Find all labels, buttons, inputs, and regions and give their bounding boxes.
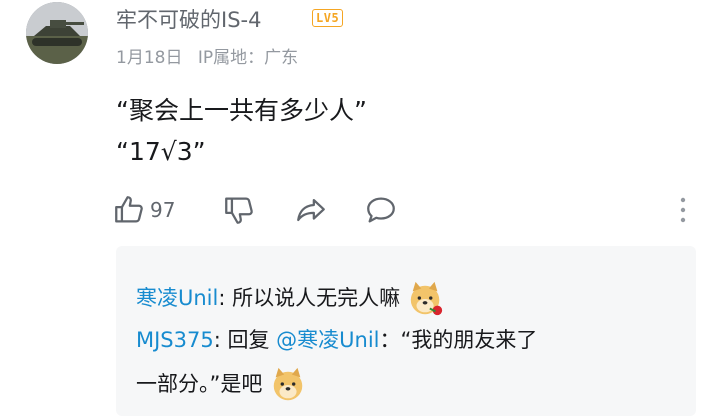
reply-colon: : xyxy=(213,328,221,352)
reply-item-continued: 一部分。”是吧 xyxy=(136,366,307,404)
level-badge: LV5 xyxy=(312,9,344,27)
doge-emoji-icon xyxy=(273,367,303,401)
more-vertical-icon[interactable] xyxy=(678,194,688,226)
chat-bubble-icon xyxy=(367,197,395,223)
thumbs-up-icon xyxy=(115,196,143,223)
avatar[interactable] xyxy=(26,2,88,64)
comment-meta: 1月18日 IP属地：广东 xyxy=(116,43,308,68)
reply-text: 回复 xyxy=(220,328,277,352)
reply-item[interactable]: 寒凌Unil: 所以说人无完人嘛 xyxy=(136,280,445,318)
thumbs-down-icon xyxy=(225,197,253,224)
doge-rose-emoji-icon xyxy=(410,281,442,316)
share-button[interactable] xyxy=(294,190,328,230)
like-button[interactable]: 97 xyxy=(112,190,175,230)
comment-date: 1月18日 xyxy=(116,48,183,68)
comment-ip-location: IP属地：广东 xyxy=(197,48,299,68)
reply-username[interactable]: 寒凌Unil xyxy=(136,286,218,310)
reply-text-wrapped: 一部分。”是吧 xyxy=(136,372,263,396)
reply-text-continued: ：“我的朋友来了 xyxy=(379,328,538,352)
reply-item[interactable]: MJS375: 回复 @寒凌Unil：“我的朋友来了 xyxy=(136,324,537,354)
like-count: 97 xyxy=(150,198,176,222)
comment-username[interactable]: 牢不可破的IS-4 xyxy=(116,4,261,34)
dislike-button[interactable] xyxy=(222,190,256,230)
comment-action-bar: 97 xyxy=(112,190,712,230)
reply-username[interactable]: MJS375 xyxy=(136,328,214,352)
reply-button[interactable] xyxy=(364,190,398,230)
reply-preview-box[interactable]: 寒凌Unil: 所以说人无完人嘛 MJS375: 回复 @寒凌Unil：“我的朋… xyxy=(116,246,696,416)
reply-text: 所以说人无完人嘛 xyxy=(225,286,401,310)
avatar-image xyxy=(26,2,88,64)
comment-content: “聚会上一共有多少人” “17√3” xyxy=(116,96,367,166)
share-icon xyxy=(297,198,325,222)
reply-mention[interactable]: @寒凌Unil xyxy=(276,328,379,352)
